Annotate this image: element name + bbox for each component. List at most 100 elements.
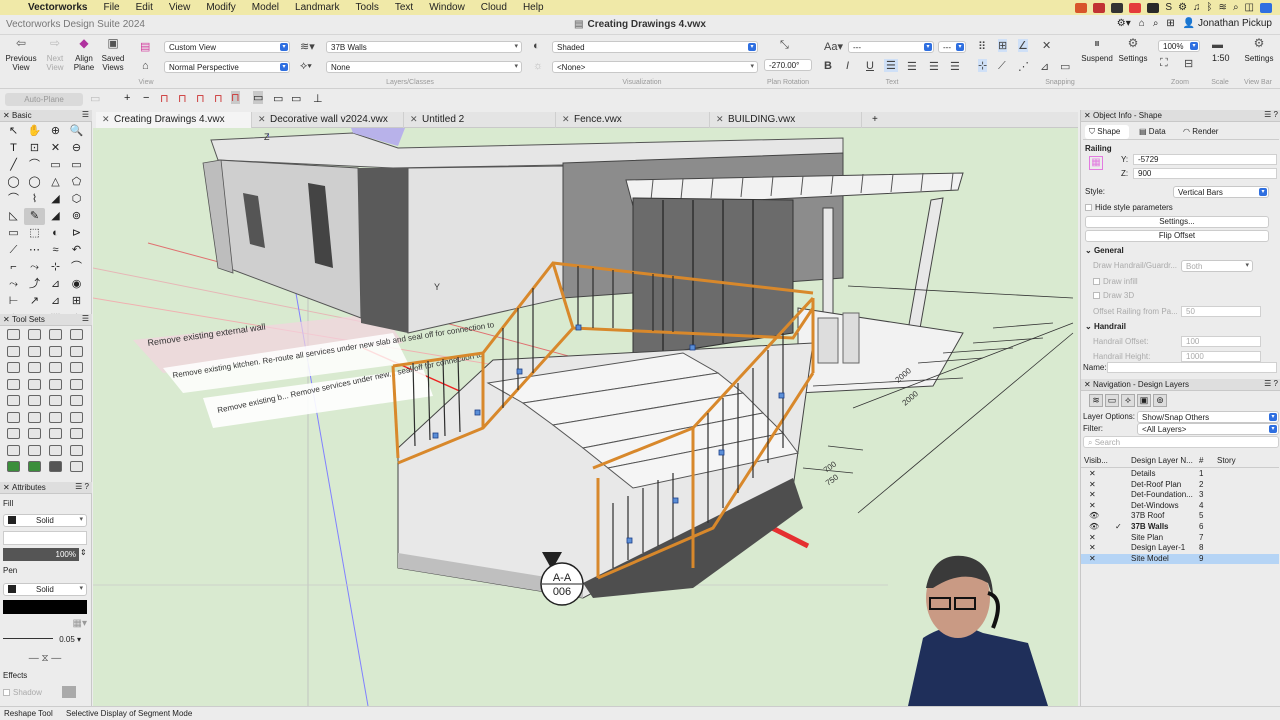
close-icon[interactable]: ✕ bbox=[102, 114, 110, 125]
toolset-button[interactable] bbox=[24, 377, 45, 394]
visibility-icon[interactable]: ✕ bbox=[1089, 533, 1096, 542]
layers-icon[interactable]: ≋▾ bbox=[300, 40, 315, 53]
tab-building[interactable]: ✕ BUILDING.vwx bbox=[710, 112, 862, 128]
gear-icon[interactable]: ⚙▾ bbox=[1117, 18, 1131, 29]
snap-surface-icon[interactable]: ▭ bbox=[1060, 60, 1070, 73]
basic-tool-button[interactable]: ◯ bbox=[24, 174, 45, 191]
scale-icon[interactable]: ▬ bbox=[1212, 39, 1223, 51]
layer-row[interactable]: 👁 ✓ 37B Walls 6 bbox=[1081, 522, 1279, 533]
tab-fence[interactable]: ✕ Fence.vwx bbox=[556, 112, 710, 128]
basic-tool-button[interactable]: ◯ bbox=[3, 174, 24, 191]
menu-icon[interactable]: ☰ ? bbox=[1264, 379, 1278, 388]
basic-tool-button[interactable]: ⬠ bbox=[66, 174, 87, 191]
general-section-header[interactable]: ⌄ General bbox=[1085, 246, 1124, 255]
menu-extra-icon[interactable] bbox=[1093, 2, 1106, 13]
menu-extra-icon[interactable] bbox=[1075, 2, 1088, 13]
visibility-icon[interactable]: ✕ bbox=[1089, 469, 1096, 478]
classes-icon[interactable]: ⟡ bbox=[1121, 394, 1135, 407]
visibility-icon[interactable]: ✕ bbox=[1089, 543, 1096, 552]
app-menu[interactable]: Vectorworks bbox=[20, 2, 95, 13]
align-center-icon[interactable]: ☰ bbox=[907, 60, 917, 73]
next-view-button[interactable]: ⇨ Next View bbox=[42, 37, 68, 72]
basic-tool-button[interactable]: ╱ bbox=[3, 157, 24, 174]
toolset-button[interactable] bbox=[45, 344, 66, 361]
underline-icon[interactable]: U bbox=[866, 60, 874, 72]
basic-tool-button[interactable]: ⌒ bbox=[24, 157, 45, 174]
snap-object-icon[interactable]: ⊞ bbox=[998, 39, 1008, 52]
font-icon[interactable]: Aa▾ bbox=[824, 40, 843, 53]
selective-display-icon[interactable]: ⊓ bbox=[231, 91, 240, 104]
hide-style-checkbox[interactable]: Hide style parameters bbox=[1085, 203, 1173, 212]
basic-tool-button[interactable]: ⤳ bbox=[24, 259, 45, 276]
basic-tool-button[interactable]: ▭ bbox=[66, 157, 87, 174]
pen-color-swatch[interactable] bbox=[3, 600, 87, 614]
flip-offset-button[interactable]: Flip Offset bbox=[1085, 230, 1269, 242]
app-icon[interactable] bbox=[1129, 2, 1142, 13]
view-bar-settings-button[interactable]: ⚙ Settings bbox=[1240, 37, 1278, 63]
segment-mode-icon[interactable]: ⊓ bbox=[160, 92, 169, 105]
z-field[interactable]: 900 bbox=[1133, 168, 1277, 179]
basic-tool-button[interactable]: ⊹ bbox=[45, 259, 66, 276]
plan-rotation-icon[interactable]: ⤡ bbox=[780, 39, 789, 52]
app-icon[interactable] bbox=[1147, 2, 1160, 13]
toolset-button[interactable] bbox=[66, 393, 87, 410]
snap-distance-icon[interactable]: ⊹ bbox=[978, 59, 988, 72]
menu-edit[interactable]: Edit bbox=[128, 2, 161, 13]
fill-color-swatch[interactable] bbox=[3, 531, 87, 545]
snap-grid-icon[interactable]: ⠿ bbox=[978, 40, 986, 53]
siri-icon[interactable] bbox=[1260, 2, 1272, 13]
tab-shape[interactable]: ⛉ Shape bbox=[1085, 125, 1129, 139]
layer-options-dropdown[interactable]: Show/Snap Others ▾ bbox=[1137, 411, 1279, 423]
layer-row[interactable]: ✕ Design Layer-1 8 bbox=[1081, 543, 1279, 554]
snap-angle-icon[interactable]: ∠ bbox=[1018, 39, 1028, 52]
toolset-button[interactable] bbox=[66, 410, 87, 427]
basic-tool-button[interactable]: ⊚ bbox=[66, 208, 87, 225]
cart-icon[interactable]: ⊞ bbox=[1166, 18, 1174, 29]
lighting-icon[interactable]: ☼ bbox=[533, 60, 543, 72]
pen-style-dropdown[interactable]: Solid ▾ bbox=[3, 583, 87, 596]
menu-model[interactable]: Model bbox=[244, 2, 287, 13]
delete-vertex-icon[interactable]: − bbox=[143, 92, 149, 104]
toolset-button[interactable] bbox=[66, 377, 87, 394]
classes-icon[interactable]: ⟡▾ bbox=[300, 60, 312, 73]
basic-tool-button[interactable]: ⊢ bbox=[3, 293, 24, 310]
projection-dropdown[interactable]: Normal Perspective ▾ bbox=[164, 61, 290, 73]
menu-landmark[interactable]: Landmark bbox=[287, 2, 347, 13]
close-icon[interactable]: ✕ bbox=[716, 114, 724, 125]
basic-tool-button[interactable]: ⌇ bbox=[24, 191, 45, 208]
basic-tool-button[interactable]: ⊿ bbox=[45, 276, 66, 293]
close-icon[interactable]: ✕ bbox=[1084, 380, 1091, 389]
user-menu[interactable]: 👤 Jonathan Pickup bbox=[1183, 18, 1272, 29]
toolset-button[interactable] bbox=[66, 443, 87, 460]
basic-tool-button[interactable]: ⊕ bbox=[45, 123, 66, 140]
toolset-button[interactable] bbox=[24, 459, 45, 476]
fill-style-dropdown[interactable]: Solid ▾ bbox=[3, 514, 87, 527]
close-icon[interactable]: ✕ bbox=[562, 114, 570, 125]
saved-views-icon[interactable]: ▣ bbox=[1137, 394, 1151, 407]
filter-dropdown[interactable]: <All Layers> ▾ bbox=[1137, 423, 1279, 435]
name-field[interactable] bbox=[1107, 362, 1277, 373]
menu-window[interactable]: Window bbox=[421, 2, 473, 13]
close-icon[interactable]: ✕ bbox=[3, 315, 10, 324]
draw-3d-checkbox[interactable]: Draw 3D bbox=[1093, 291, 1134, 300]
search-icon[interactable]: ⌕ bbox=[1153, 18, 1159, 29]
shadow-color-swatch[interactable] bbox=[62, 686, 76, 698]
basic-tool-button[interactable]: ≈ bbox=[45, 242, 66, 259]
references-icon[interactable]: ⊚ bbox=[1153, 394, 1167, 407]
toolset-button[interactable] bbox=[24, 426, 45, 443]
visibility-icon[interactable]: 👁 bbox=[1089, 522, 1099, 531]
visibility-icon[interactable]: ✕ bbox=[1089, 554, 1096, 563]
menu-view[interactable]: View bbox=[161, 2, 199, 13]
fill-opacity-bar[interactable]: 100% bbox=[3, 548, 79, 561]
basic-tool-button[interactable]: ⊖ bbox=[66, 140, 87, 157]
toolset-button[interactable] bbox=[3, 344, 24, 361]
tab-decorative-wall[interactable]: ✕ Decorative wall v2024.vwx bbox=[252, 112, 404, 128]
edge-icon[interactable]: ▭ bbox=[273, 92, 283, 105]
basic-tool-button[interactable]: ◢ bbox=[45, 208, 66, 225]
zoom-field[interactable]: 100% ▾ bbox=[1158, 40, 1200, 52]
menu-icon[interactable]: ☰ bbox=[82, 110, 89, 119]
basic-tool-button[interactable]: ⊡ bbox=[24, 140, 45, 157]
italic-icon[interactable]: I bbox=[846, 60, 849, 72]
layers-icon[interactable]: ≋ bbox=[1089, 394, 1103, 407]
smart-edge-icon[interactable]: ⊿ bbox=[1040, 60, 1049, 73]
